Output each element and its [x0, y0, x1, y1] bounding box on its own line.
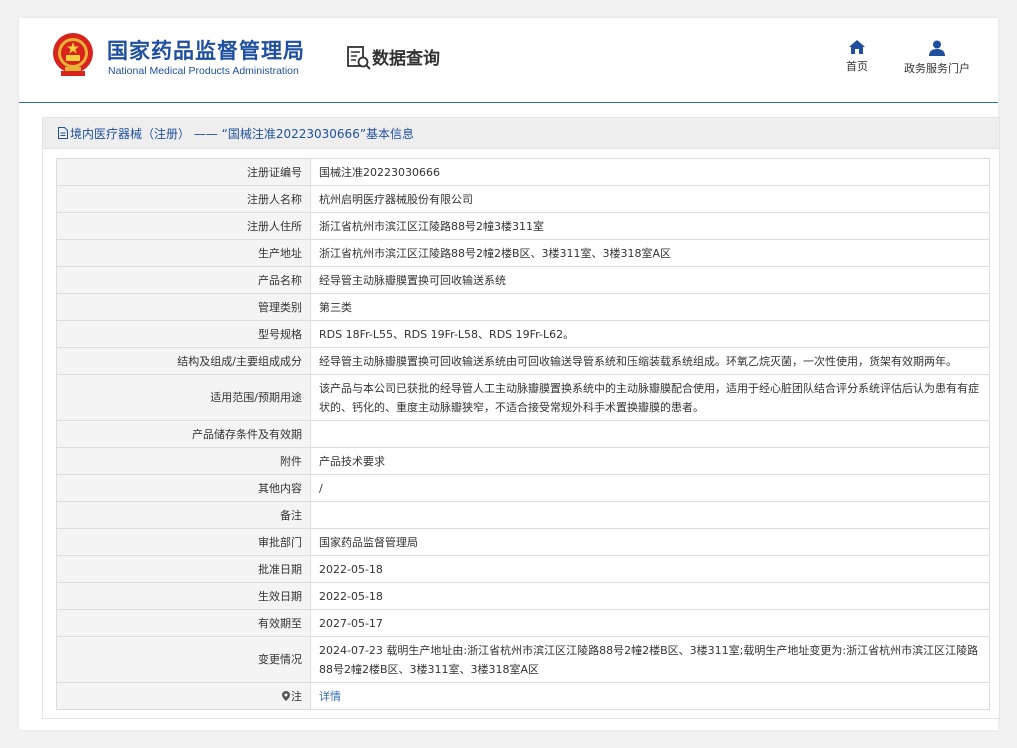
row-value: [310, 501, 990, 529]
row-value: 杭州启明医疗器械股份有限公司: [310, 185, 990, 213]
nav-home[interactable]: 首页: [839, 40, 875, 74]
row-value: 2022-05-18: [310, 555, 990, 583]
row-label: 注册证编号: [56, 158, 311, 186]
table-row: 生效日期 2022-05-18: [56, 582, 990, 610]
row-value: 经导管主动脉瓣膜置换可回收输送系统: [310, 266, 990, 294]
site-header: 国家药品监督管理局 National Medical Products Admi…: [19, 18, 998, 103]
row-value: 产品技术要求: [310, 447, 990, 475]
document-icon: [58, 127, 68, 139]
row-label: 附件: [56, 447, 311, 475]
brand-title-en: National Medical Products Administration: [108, 65, 299, 77]
row-label: 生产地址: [56, 239, 311, 267]
table-row: 注 详情: [56, 682, 990, 710]
table-row: 注册人名称 杭州启明医疗器械股份有限公司: [56, 185, 990, 213]
row-label: 变更情况: [56, 636, 311, 683]
row-value: 2024-07-23 载明生产地址由:浙江省杭州市滨江区江陵路88号2幢2楼B区…: [310, 636, 990, 683]
national-emblem-icon: [53, 33, 93, 76]
details-link[interactable]: 详情: [319, 690, 341, 703]
table-row: 产品储存条件及有效期: [56, 420, 990, 448]
row-value: 2027-05-17: [310, 609, 990, 637]
row-label: 注册人名称: [56, 185, 311, 213]
user-icon: [929, 40, 945, 56]
row-label: 其他内容: [56, 474, 311, 502]
table-row: 注册证编号 国械注准20223030666: [56, 158, 990, 186]
table-row: 其他内容 /: [56, 474, 990, 502]
table-row: 生产地址 浙江省杭州市滨江区江陵路88号2幢2楼B区、3楼311室、3楼318室…: [56, 239, 990, 267]
note-label: 注: [291, 689, 302, 703]
row-label: 备注: [56, 501, 311, 529]
row-value: 2022-05-18: [310, 582, 990, 610]
table-row: 审批部门 国家药品监督管理局: [56, 528, 990, 556]
row-label: 适用范围/预期用途: [56, 374, 311, 421]
row-label: 生效日期: [56, 582, 311, 610]
table-row: 有效期至 2027-05-17: [56, 609, 990, 637]
row-value: 浙江省杭州市滨江区江陵路88号2幢2楼B区、3楼311室、3楼318室A区: [310, 239, 990, 267]
nav-home-label: 首页: [846, 60, 868, 73]
row-value: 经导管主动脉瓣膜置换可回收输送系统由可回收输送导管系统和压缩装载系统组成。环氧乙…: [310, 347, 990, 375]
row-value: 第三类: [310, 293, 990, 321]
row-value: 国家药品监督管理局: [310, 528, 990, 556]
table-row: 管理类别 第三类: [56, 293, 990, 321]
row-value: 国械注准20223030666: [310, 158, 990, 186]
row-label: 注册人住所: [56, 212, 311, 240]
breadcrumb-text: 境内医疗器械（注册） —— “国械注准20223030666”基本信息: [70, 127, 415, 141]
row-label: 结构及组成/主要组成成分: [56, 347, 311, 375]
home-icon: [849, 40, 865, 54]
row-label: 批准日期: [56, 555, 311, 583]
table-row: 型号规格 RDS 18Fr-L55、RDS 19Fr-L58、RDS 19Fr-…: [56, 320, 990, 348]
row-label: 有效期至: [56, 609, 311, 637]
document-search-icon: [347, 46, 371, 70]
row-label: 型号规格: [56, 320, 311, 348]
table-row: 结构及组成/主要组成成分 经导管主动脉瓣膜置换可回收输送系统由可回收输送导管系统…: [56, 347, 990, 375]
info-table: 注册证编号 国械注准20223030666 注册人名称 杭州启明医疗器械股份有限…: [56, 158, 990, 710]
table-row: 变更情况 2024-07-23 载明生产地址由:浙江省杭州市滨江区江陵路88号2…: [56, 636, 990, 683]
row-label: 审批部门: [56, 528, 311, 556]
row-label: 产品储存条件及有效期: [56, 420, 311, 448]
row-value: 详情: [310, 682, 990, 710]
row-value: [310, 420, 990, 448]
row-label: 管理类别: [56, 293, 311, 321]
breadcrumb: 境内医疗器械（注册） —— “国械注准20223030666”基本信息: [43, 118, 999, 149]
row-label: 产品名称: [56, 266, 311, 294]
page: 国家药品监督管理局 National Medical Products Admi…: [19, 18, 1000, 730]
row-value: /: [310, 474, 990, 502]
detail-panel: 境内医疗器械（注册） —— “国械注准20223030666”基本信息 注册证编…: [42, 117, 1000, 719]
table-row: 批准日期 2022-05-18: [56, 555, 990, 583]
data-query-title: 数据查询: [372, 49, 440, 69]
table-row: 备注: [56, 501, 990, 529]
row-value: 浙江省杭州市滨江区江陵路88号2幢3楼311室: [310, 212, 990, 240]
table-row: 附件 产品技术要求: [56, 447, 990, 475]
table-row: 注册人住所 浙江省杭州市滨江区江陵路88号2幢3楼311室: [56, 212, 990, 240]
row-value: RDS 18Fr-L55、RDS 19Fr-L58、RDS 19Fr-L62。: [310, 320, 990, 348]
nav-service-portal[interactable]: 政务服务门户: [897, 40, 977, 76]
brand-title-cn: 国家药品监督管理局: [107, 39, 305, 63]
nav-portal-label: 政务服务门户: [904, 62, 970, 75]
row-label-note: 注: [56, 682, 311, 710]
location-pin-icon: [282, 690, 290, 701]
table-row: 产品名称 经导管主动脉瓣膜置换可回收输送系统: [56, 266, 990, 294]
table-row: 适用范围/预期用途 该产品与本公司已获批的经导管人工主动脉瓣膜置换系统中的主动脉…: [56, 374, 990, 421]
row-value: 该产品与本公司已获批的经导管人工主动脉瓣膜置换系统中的主动脉瓣膜配合使用，适用于…: [310, 374, 990, 421]
